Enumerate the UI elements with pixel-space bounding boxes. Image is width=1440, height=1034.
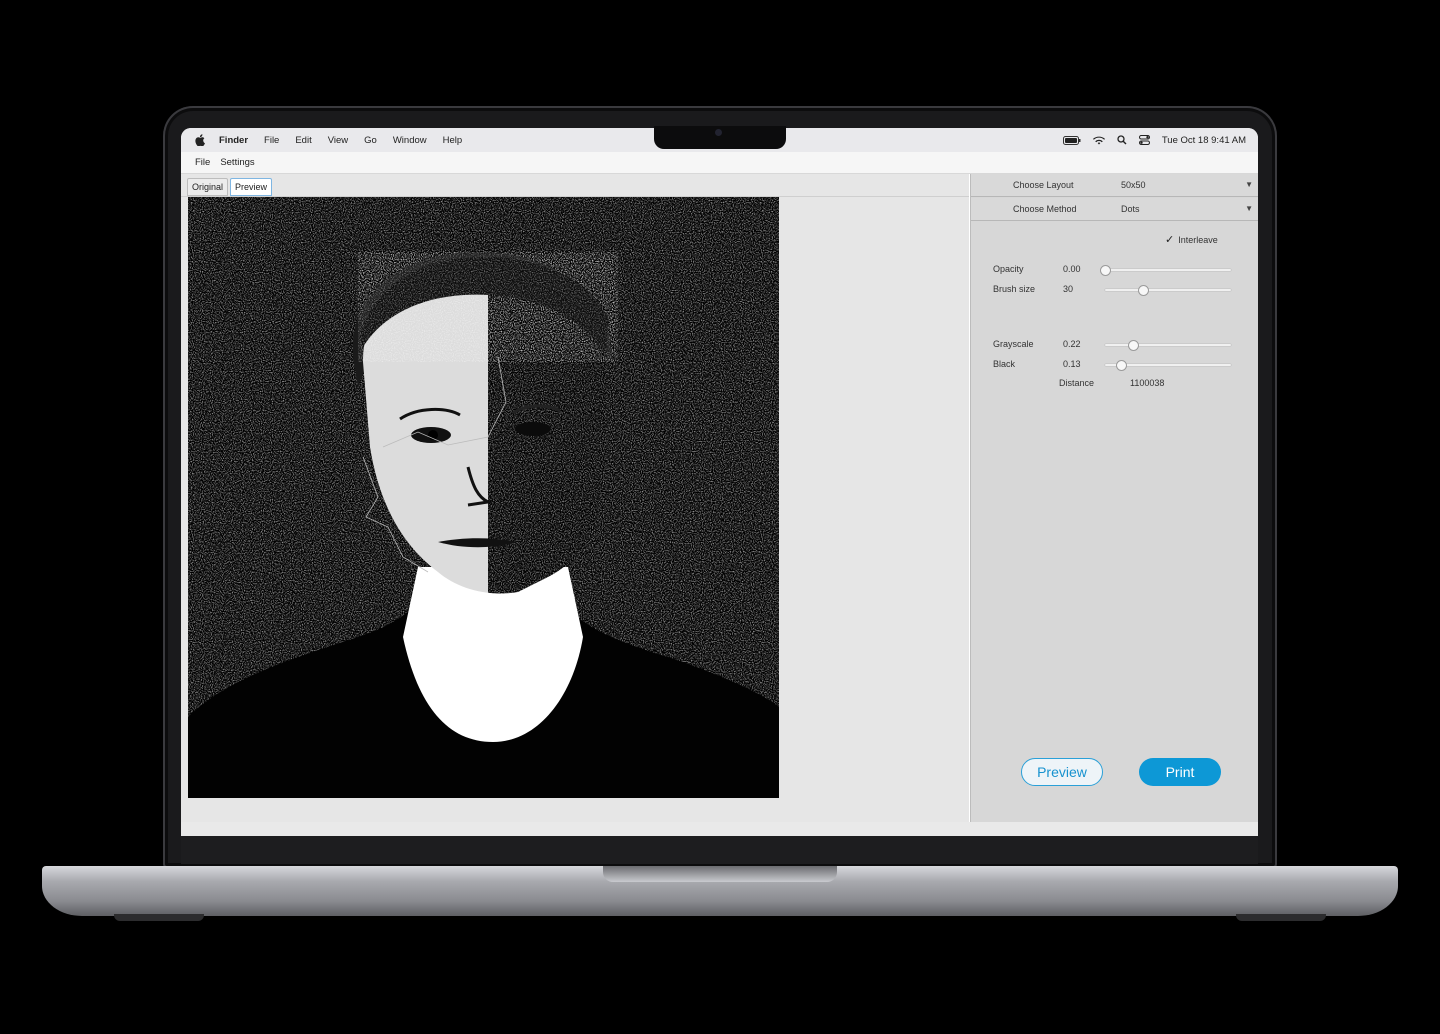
screen: Finder File Edit View Go Window Help Tue… bbox=[181, 128, 1258, 836]
menu-edit[interactable]: Edit bbox=[295, 135, 311, 146]
layout-label: Choose Layout bbox=[1013, 180, 1074, 190]
status-strip bbox=[181, 822, 1258, 836]
camera-icon bbox=[715, 129, 722, 136]
stipple-portrait-preview[interactable] bbox=[188, 197, 779, 798]
laptop-chin bbox=[181, 836, 1258, 864]
menu-go[interactable]: Go bbox=[364, 135, 377, 146]
method-value: Dots bbox=[1121, 204, 1140, 214]
layout-select[interactable]: Choose Layout 50x50 ▼ bbox=[971, 174, 1258, 197]
chevron-down-icon: ▼ bbox=[1245, 180, 1253, 189]
control-center-icon[interactable] bbox=[1138, 135, 1150, 145]
slider-knob[interactable] bbox=[1116, 360, 1128, 371]
menu-file[interactable]: File bbox=[264, 135, 279, 146]
tab-preview[interactable]: Preview bbox=[230, 178, 273, 196]
grayscale-slider[interactable] bbox=[1105, 340, 1231, 351]
laptop-base bbox=[42, 866, 1398, 916]
menu-view[interactable]: View bbox=[328, 135, 348, 146]
app-menu-settings[interactable]: Settings bbox=[220, 157, 254, 168]
interleave-checkbox[interactable]: ✓ Interleave bbox=[1165, 234, 1218, 246]
opacity-label: Opacity bbox=[993, 264, 1024, 274]
grayscale-value: 0.22 bbox=[1063, 339, 1081, 349]
distance-value: 1100038 bbox=[1130, 378, 1165, 388]
black-label: Black bbox=[993, 359, 1016, 369]
opacity-value: 0.00 bbox=[1063, 264, 1081, 274]
slider-knob[interactable] bbox=[1127, 340, 1139, 351]
laptop-foot bbox=[1236, 914, 1326, 921]
camera-notch bbox=[654, 126, 786, 149]
checkmark-icon: ✓ bbox=[1165, 234, 1175, 246]
method-label: Choose Method bbox=[1013, 204, 1077, 214]
trackpad-notch bbox=[603, 866, 837, 882]
clock[interactable]: Tue Oct 18 9:41 AM bbox=[1162, 135, 1246, 146]
interleave-label: Interleave bbox=[1178, 235, 1218, 245]
distance-label: Distance bbox=[1059, 378, 1095, 388]
tab-original[interactable]: Original bbox=[187, 178, 229, 196]
wifi-icon[interactable] bbox=[1092, 136, 1105, 145]
black-value: 0.13 bbox=[1063, 359, 1081, 369]
distance-readout: Distance 1100038 bbox=[1059, 378, 1164, 388]
black-slider[interactable] bbox=[1105, 360, 1231, 371]
grayscale-label: Grayscale bbox=[993, 339, 1034, 349]
app-menu-file[interactable]: File bbox=[195, 157, 210, 168]
menu-window[interactable]: Window bbox=[393, 135, 427, 146]
preview-button[interactable]: Preview bbox=[1021, 758, 1103, 786]
menu-help[interactable]: Help bbox=[443, 135, 463, 146]
opacity-slider[interactable] bbox=[1100, 265, 1231, 276]
apple-logo-icon[interactable] bbox=[195, 134, 205, 146]
opacity-control: Opacity 0.00 bbox=[993, 264, 1243, 276]
brush-size-slider[interactable] bbox=[1105, 285, 1231, 296]
settings-panel: Choose Layout 50x50 ▼ Choose Method Dots… bbox=[970, 174, 1258, 822]
view-tabs: Original Preview bbox=[187, 178, 273, 196]
brush-size-control: Brush size 30 bbox=[993, 284, 1243, 296]
image-pane: Original Preview bbox=[181, 174, 969, 822]
brush-size-label: Brush size bbox=[993, 284, 1036, 294]
battery-icon[interactable] bbox=[1062, 135, 1081, 145]
brush-size-value: 30 bbox=[1063, 284, 1074, 294]
black-control: Black 0.13 bbox=[993, 359, 1243, 371]
chevron-down-icon: ▼ bbox=[1245, 204, 1253, 213]
laptop-foot bbox=[114, 914, 204, 921]
menu-finder[interactable]: Finder bbox=[219, 135, 248, 146]
slider-knob[interactable] bbox=[1100, 265, 1111, 276]
app-menubar: File Settings bbox=[181, 152, 1258, 174]
layout-value: 50x50 bbox=[1121, 180, 1146, 190]
method-select[interactable]: Choose Method Dots ▼ bbox=[971, 198, 1258, 221]
slider-knob[interactable] bbox=[1137, 285, 1149, 296]
grayscale-control: Grayscale 0.22 bbox=[993, 339, 1243, 351]
search-icon[interactable] bbox=[1117, 135, 1127, 145]
print-button[interactable]: Print bbox=[1139, 758, 1221, 786]
